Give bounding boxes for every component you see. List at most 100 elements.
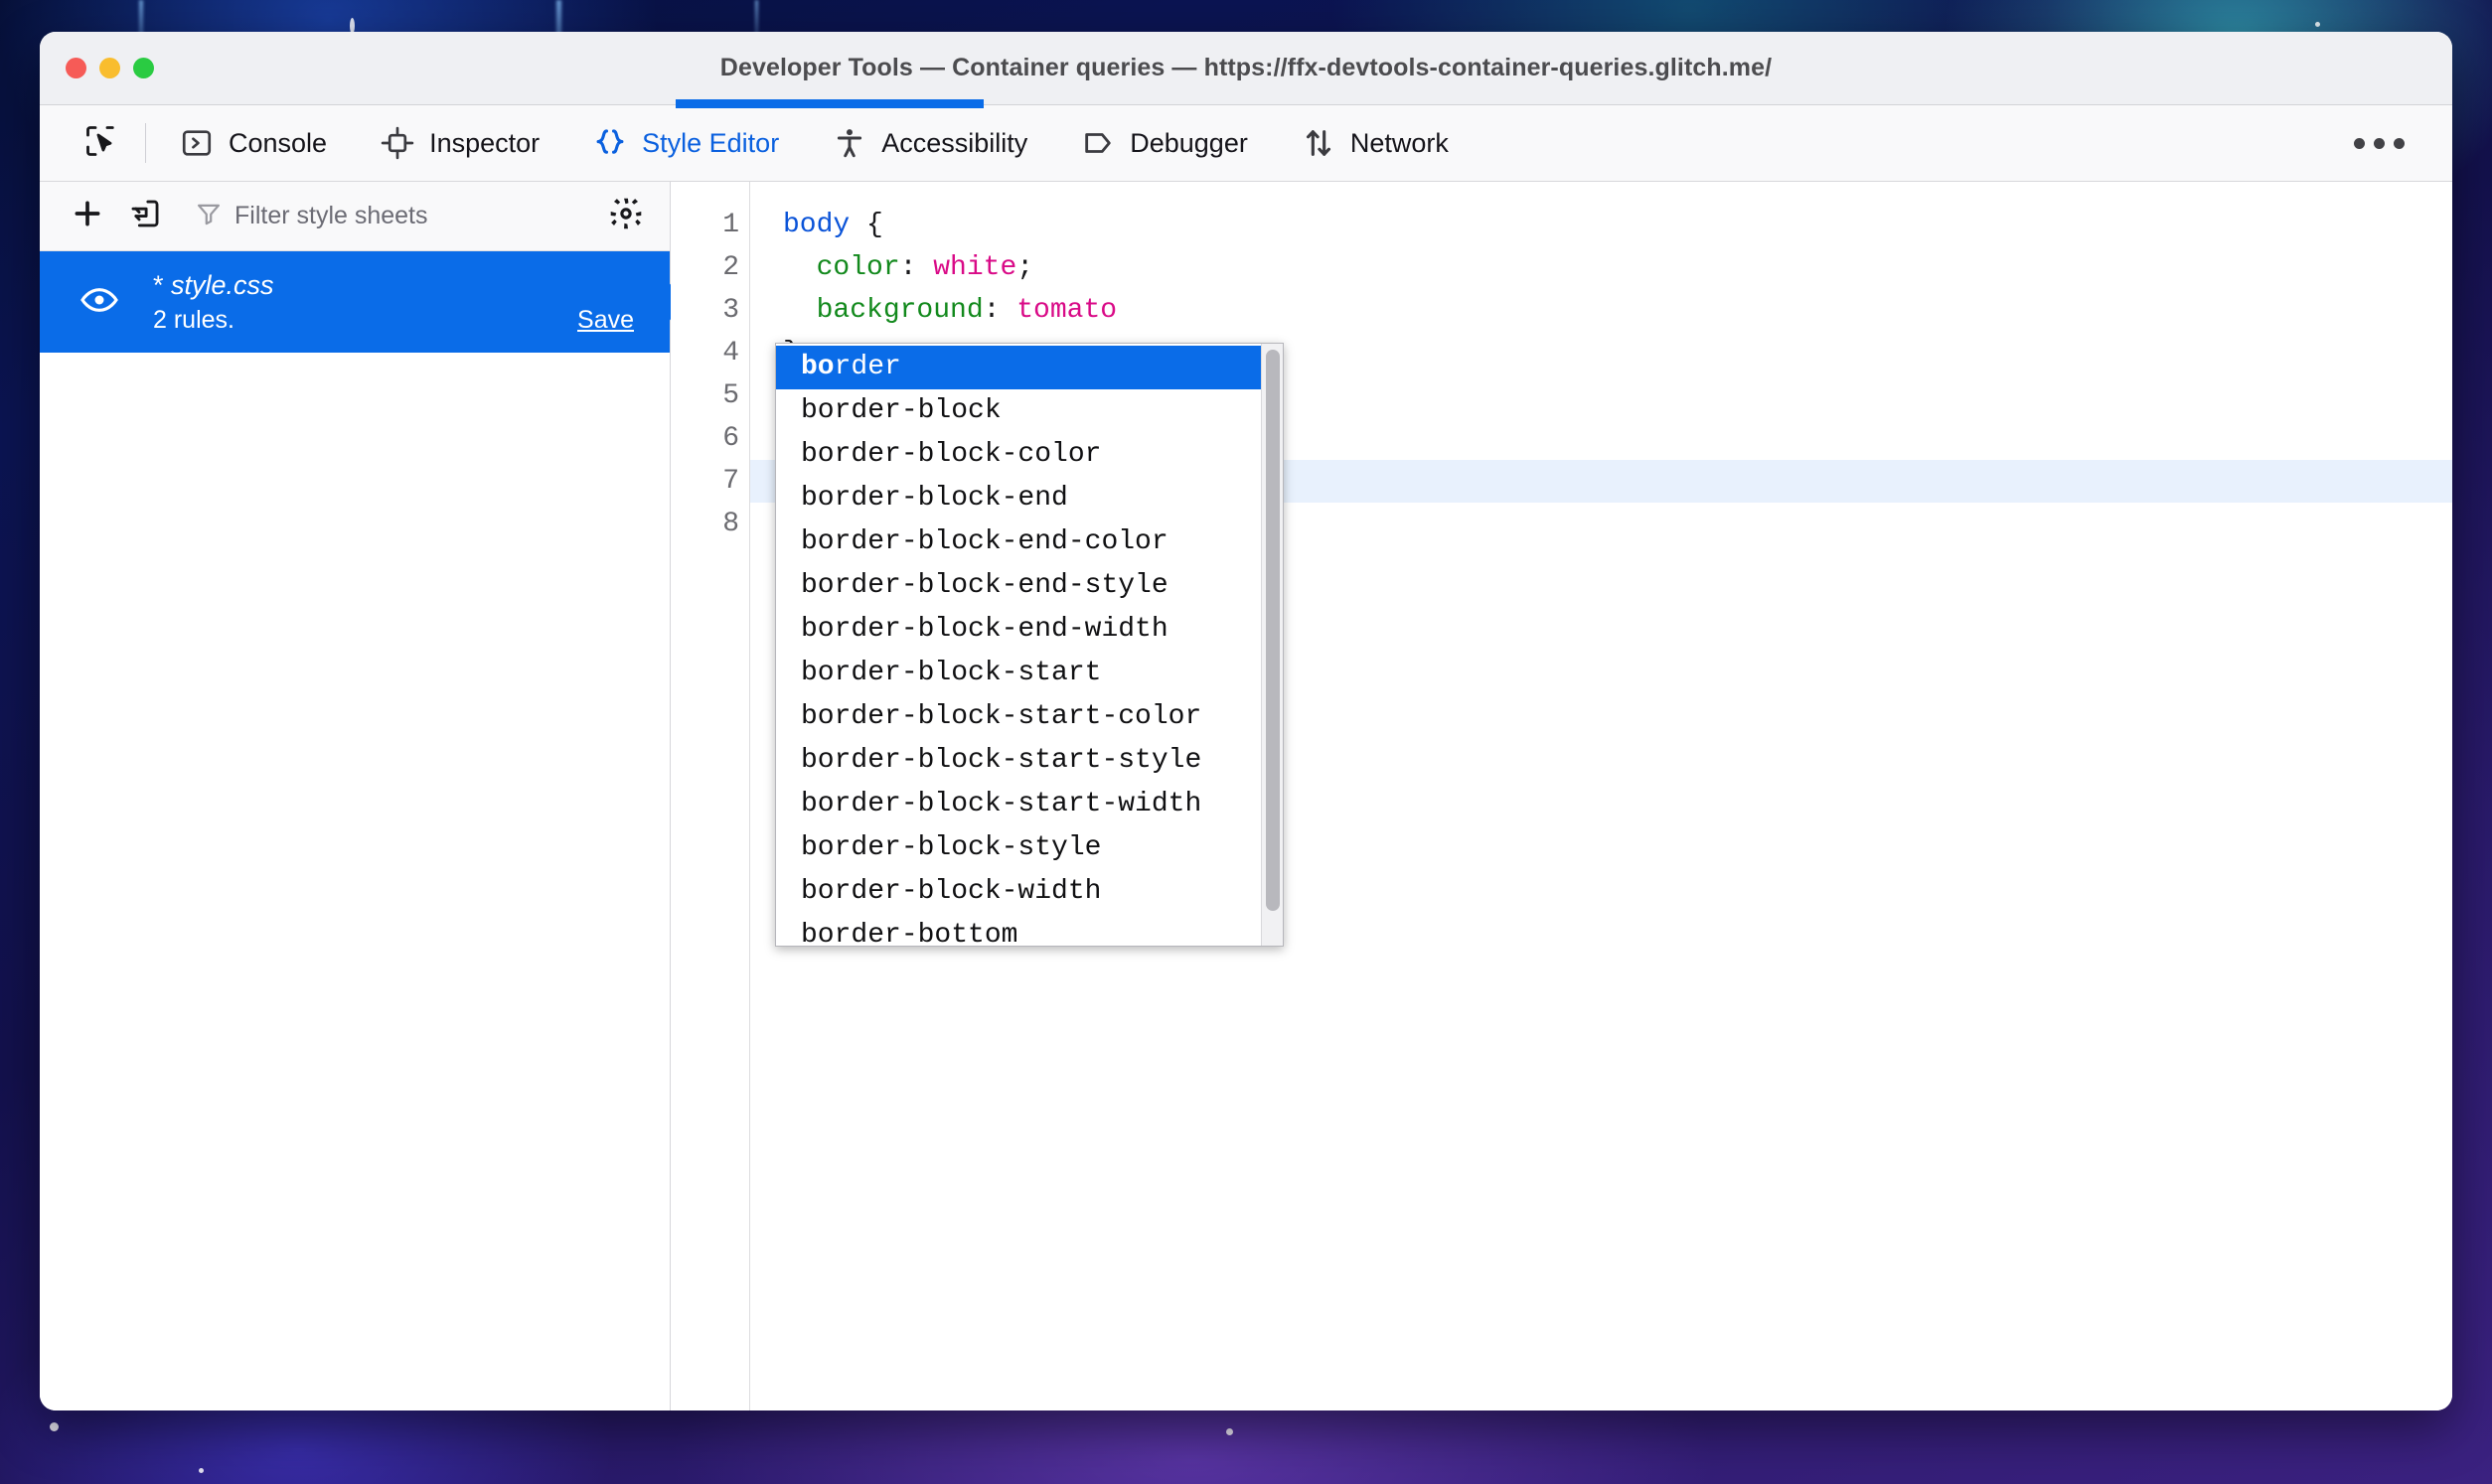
console-icon bbox=[180, 126, 214, 160]
tab-inspector[interactable]: Inspector bbox=[365, 115, 555, 171]
code-line[interactable]: body { bbox=[750, 204, 2452, 246]
line-number: 5 bbox=[722, 380, 739, 411]
stylesheet-info: * style.css 2 rules. Save bbox=[143, 269, 670, 335]
tab-debugger-label: Debugger bbox=[1130, 127, 1248, 158]
autocomplete-popup[interactable]: border border-block border-block-color b… bbox=[775, 343, 1284, 947]
eye-icon bbox=[79, 280, 119, 325]
star bbox=[1226, 1428, 1233, 1435]
stylesheet-toolbar bbox=[40, 182, 670, 251]
tab-inspector-label: Inspector bbox=[429, 127, 541, 158]
autocomplete-match-prefix: bo bbox=[801, 352, 835, 382]
stylesheet-meta: 2 rules. Save bbox=[153, 306, 670, 335]
tab-console[interactable]: Console bbox=[164, 115, 343, 171]
css-punctuation: { bbox=[850, 210, 883, 240]
line-number: 1 bbox=[722, 210, 739, 240]
braces-icon bbox=[593, 126, 627, 160]
import-stylesheet-button[interactable] bbox=[119, 191, 171, 242]
autocomplete-item[interactable]: border-block-width bbox=[776, 870, 1261, 914]
autocomplete-item-rest: rder bbox=[834, 352, 901, 382]
toggle-stylesheet-visibility-button[interactable] bbox=[79, 280, 143, 325]
css-value: tomato bbox=[1016, 295, 1118, 326]
tab-style-editor[interactable]: Style Editor bbox=[577, 115, 795, 171]
autocomplete-item[interactable]: border-bottom bbox=[776, 914, 1261, 946]
save-stylesheet-link[interactable]: Save bbox=[577, 306, 634, 335]
window-title: Developer Tools — Container queries — ht… bbox=[719, 54, 1773, 81]
more-tools-button[interactable] bbox=[2336, 124, 2422, 163]
filter-icon bbox=[195, 200, 223, 232]
css-property: background bbox=[816, 295, 984, 326]
css-selector: body bbox=[783, 210, 851, 240]
dot bbox=[2354, 137, 2365, 149]
modified-marker: * bbox=[153, 270, 164, 301]
tab-accessibility-label: Accessibility bbox=[881, 127, 1028, 158]
css-indent bbox=[783, 295, 817, 326]
inspector-icon bbox=[381, 126, 414, 160]
devtools-window: Developer Tools — Container queries — ht… bbox=[40, 32, 2452, 1410]
dot bbox=[2374, 137, 2385, 149]
autocomplete-item[interactable]: border-block-end-style bbox=[776, 564, 1261, 608]
debugger-icon bbox=[1081, 126, 1115, 160]
stylesheet-rule-count: 2 rules. bbox=[153, 305, 234, 334]
tab-network[interactable]: Network bbox=[1286, 115, 1465, 171]
stylesheet-sidebar: * style.css 2 rules. Save bbox=[40, 182, 689, 1410]
code-line[interactable]: background: tomato bbox=[750, 289, 2452, 332]
network-icon bbox=[1302, 126, 1335, 160]
autocomplete-item[interactable]: border bbox=[776, 346, 1261, 389]
autocomplete-item[interactable]: border-block-start-width bbox=[776, 783, 1261, 826]
star bbox=[50, 1422, 59, 1431]
tab-accessibility[interactable]: Accessibility bbox=[817, 115, 1043, 171]
stylesheet-name: * style.css bbox=[153, 269, 670, 302]
autocomplete-item[interactable]: border-block-end-color bbox=[776, 520, 1261, 564]
star bbox=[2315, 22, 2320, 27]
star bbox=[199, 1468, 204, 1473]
tab-style-editor-label: Style Editor bbox=[642, 127, 780, 158]
css-value: white bbox=[933, 252, 1017, 283]
line-number: 2 bbox=[722, 252, 739, 283]
stylesheet-filename: style.css bbox=[171, 270, 274, 301]
filter-style-sheets[interactable] bbox=[177, 191, 594, 242]
element-picker-icon bbox=[83, 123, 119, 164]
line-number-gutter: 1 2 3 4 5 6 7 8 bbox=[671, 182, 750, 1410]
line-number: 8 bbox=[722, 509, 739, 539]
line-number: 7 bbox=[722, 466, 739, 497]
css-indent bbox=[783, 252, 817, 283]
toolbar-divider bbox=[145, 123, 146, 163]
autocomplete-item[interactable]: border-block bbox=[776, 389, 1261, 433]
stylesheet-item-style-css[interactable]: * style.css 2 rules. Save bbox=[40, 251, 689, 353]
autocomplete-item[interactable]: border-block-end bbox=[776, 477, 1261, 520]
code-line[interactable]: color: white; bbox=[750, 246, 2452, 289]
line-number: 6 bbox=[722, 423, 739, 454]
autocomplete-item[interactable]: border-block-start-color bbox=[776, 695, 1261, 739]
css-punctuation: : bbox=[899, 252, 934, 283]
line-number: 3 bbox=[722, 295, 739, 326]
active-tab-indicator bbox=[676, 99, 984, 108]
tab-network-label: Network bbox=[1349, 127, 1449, 158]
autocomplete-item[interactable]: border-block-end-width bbox=[776, 608, 1261, 652]
css-source-editor[interactable]: 1 2 3 4 5 6 7 8 body { color: white; bac… bbox=[671, 182, 2452, 1410]
window-titlebar: Developer Tools — Container queries — ht… bbox=[40, 32, 2452, 108]
tab-debugger[interactable]: Debugger bbox=[1065, 115, 1264, 171]
stylesheet-settings-button[interactable] bbox=[600, 191, 652, 242]
css-punctuation: : bbox=[983, 295, 1017, 326]
plus-icon bbox=[71, 197, 104, 235]
gear-icon bbox=[608, 196, 644, 236]
css-property: color bbox=[816, 252, 900, 283]
style-editor-panel: * style.css 2 rules. Save 1 2 3 4 5 bbox=[40, 182, 2452, 1410]
css-punctuation: ; bbox=[1016, 252, 1034, 283]
element-picker-button[interactable] bbox=[74, 115, 129, 171]
line-number: 4 bbox=[722, 338, 739, 369]
autocomplete-scrollbar-thumb[interactable] bbox=[1266, 350, 1280, 911]
autocomplete-item[interactable]: border-block-color bbox=[776, 433, 1261, 477]
dot bbox=[2394, 137, 2405, 149]
autocomplete-list[interactable]: border border-block border-block-color b… bbox=[776, 344, 1261, 946]
devtools-toolbar: Console Inspector Style Editor Accessibi… bbox=[40, 105, 2452, 182]
new-stylesheet-button[interactable] bbox=[62, 191, 113, 242]
autocomplete-scrollbar[interactable] bbox=[1261, 344, 1283, 946]
stylesheet-list: * style.css 2 rules. Save bbox=[40, 251, 689, 1410]
accessibility-icon bbox=[833, 126, 866, 160]
autocomplete-item[interactable]: border-block-start bbox=[776, 652, 1261, 695]
autocomplete-item[interactable]: border-block-start-style bbox=[776, 739, 1261, 783]
autocomplete-item[interactable]: border-block-style bbox=[776, 826, 1261, 870]
filter-input[interactable] bbox=[234, 202, 594, 230]
import-icon bbox=[128, 197, 162, 235]
